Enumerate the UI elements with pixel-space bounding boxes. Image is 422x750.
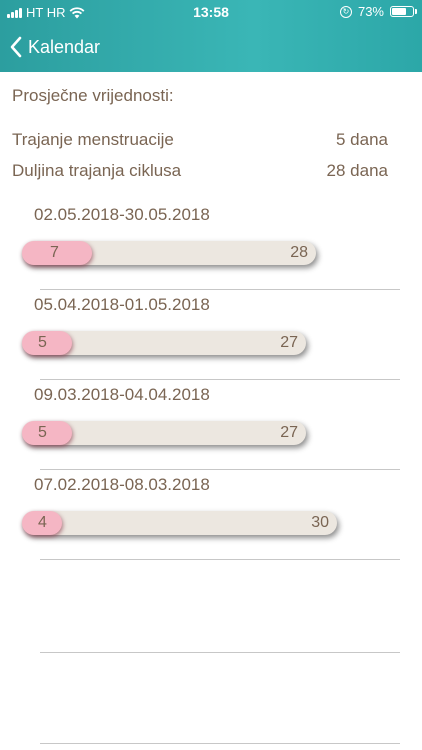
battery-percent: 73% [357,4,384,19]
cycle-row[interactable]: 05.04.2018-01.05.2018 5 27 [22,295,400,385]
cycle-date-range: 02.05.2018-30.05.2018 [34,205,210,224]
cycle-divider [40,289,400,290]
period-days-label: 4 [38,514,47,531]
cycle-divider [40,469,400,470]
cycle-divider [40,559,400,560]
battery-level [392,8,406,15]
cycle-days-label: 27 [280,334,298,351]
cycle-length-bar: 4 30 [22,511,337,535]
list-divider [40,743,400,744]
cycle-row[interactable]: 09.03.2018-04.04.2018 5 27 [22,385,400,475]
list-divider [40,652,400,653]
cycle-date-range: 07.02.2018-08.03.2018 [34,475,210,494]
cycle-days-label: 30 [311,514,329,531]
average-cycle-value: 28 dana [326,161,388,180]
period-length-bar [22,331,72,355]
status-bar: HT HR 13:58 ↻ 73% [0,0,422,24]
back-button-label: Kalendar [28,36,101,57]
cycle-length-bar: 7 28 [22,241,316,265]
average-cycle-row: Duljina trajanja ciklusa 28 dana [12,161,388,181]
cycle-length-bar: 5 27 [22,421,306,445]
average-period-label: Trajanje menstruacije [12,130,174,149]
chevron-left-icon [10,36,22,58]
orientation-lock-icon: ↻ [339,5,352,18]
battery-icon [390,6,417,17]
cycle-length-bar: 5 27 [22,331,306,355]
cycle-days-label: 28 [290,244,308,261]
status-right: ↻ 73% [339,4,417,19]
averages-title: Prosječne vrijednosti: [12,86,174,105]
cycle-row[interactable]: 02.05.2018-30.05.2018 7 28 [22,205,400,295]
app-header: HT HR 13:58 ↻ 73% Kalendar [0,0,422,72]
period-days-label: 7 [50,244,59,261]
cycle-date-range: 05.04.2018-01.05.2018 [34,295,210,314]
period-length-bar [22,421,72,445]
cycle-row[interactable]: 07.02.2018-08.03.2018 4 30 [22,475,400,565]
period-days-label: 5 [38,424,47,441]
cycle-divider [40,379,400,380]
back-button[interactable]: Kalendar [9,34,100,60]
average-period-row: Trajanje menstruacije 5 dana [12,130,388,150]
cycle-days-label: 27 [280,424,298,441]
cycle-date-range: 09.03.2018-04.04.2018 [34,385,210,404]
average-period-value: 5 dana [336,130,388,149]
period-days-label: 5 [38,334,47,351]
average-cycle-label: Duljina trajanja ciklusa [12,161,182,180]
